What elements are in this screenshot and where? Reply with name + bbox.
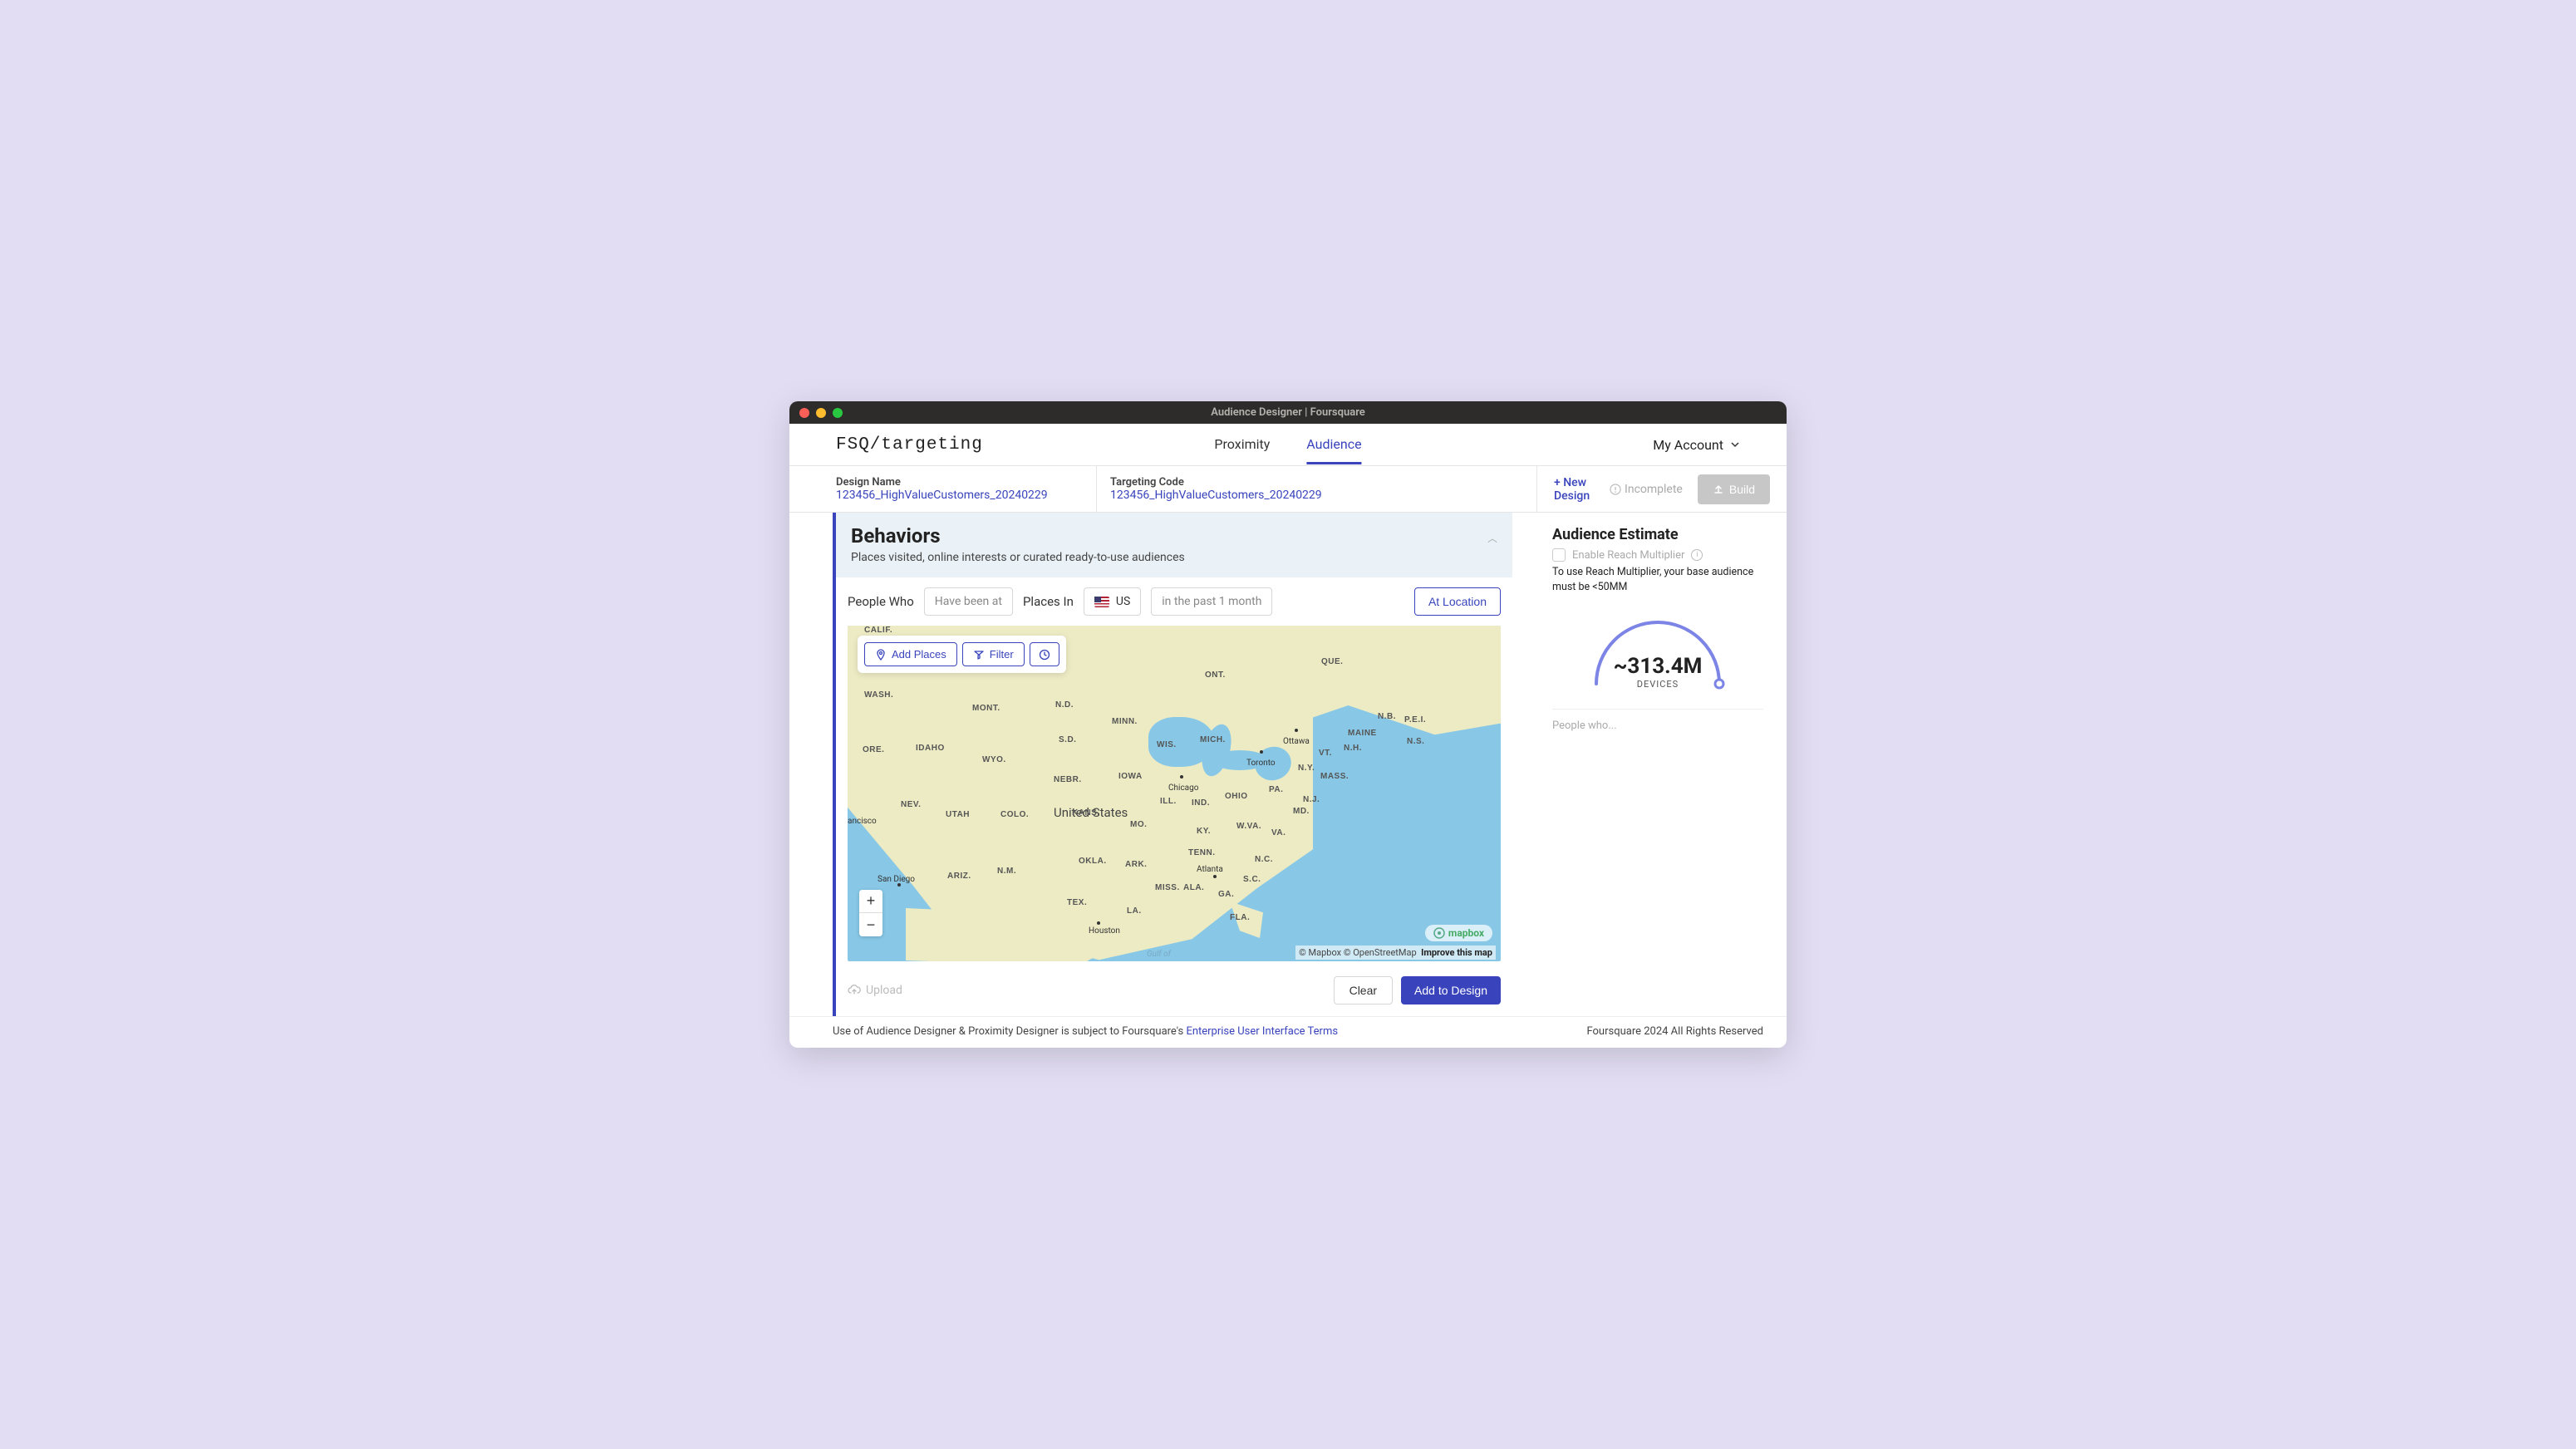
mapbox-icon <box>1433 927 1445 939</box>
city-sf-partial: ancisco <box>848 817 877 826</box>
design-name-block: Design Name 123456_HighValueCustomers_20… <box>789 466 1097 512</box>
collapse-icon[interactable]: ︿ <box>1487 531 1497 545</box>
nav-tabs: Proximity Audience <box>1214 425 1361 464</box>
add-to-design-button[interactable]: Add to Design <box>1401 976 1501 1004</box>
design-name-link[interactable]: 123456_HighValueCustomers_20240229 <box>836 489 1083 502</box>
footer: Use of Audience Designer & Proximity Des… <box>789 1016 1787 1048</box>
city-houston: Houston <box>1089 926 1120 936</box>
alert-icon <box>1610 484 1621 495</box>
targeting-code-label: Targeting Code <box>1110 476 1523 489</box>
window-controls <box>799 408 843 418</box>
status-incomplete: Incomplete <box>1610 483 1683 496</box>
divider <box>1552 709 1763 710</box>
account-menu[interactable]: My Account <box>1653 437 1740 453</box>
copyright: Foursquare 2024 All Rights Reserved <box>1586 1025 1763 1038</box>
account-label: My Account <box>1653 437 1723 453</box>
filter-button[interactable]: Filter <box>962 642 1025 666</box>
time-range-dropdown[interactable]: in the past 1 month <box>1151 587 1272 616</box>
improve-map-link[interactable]: Improve this map <box>1421 947 1492 958</box>
map-attribution: © Mapbox © OpenStreetMap Improve this ma… <box>1295 946 1496 960</box>
funnel-icon <box>973 649 985 661</box>
window-title: Audience Designer | Foursquare <box>1211 406 1365 419</box>
add-places-button[interactable]: Add Places <box>864 642 957 666</box>
estimate-sidebar: Audience Estimate Enable Reach Multiplie… <box>1512 513 1787 1016</box>
terms-link[interactable]: Enterprise User Interface Terms <box>1186 1025 1338 1038</box>
header: FSQ/targeting Proximity Audience My Acco… <box>789 424 1787 466</box>
minimize-window-button[interactable] <box>816 408 826 418</box>
map-container: United States WASH. MONT. N.D. S.D. MINN… <box>833 626 1512 961</box>
map[interactable]: United States WASH. MONT. N.D. S.D. MINN… <box>848 626 1501 961</box>
info-icon[interactable]: i <box>1691 549 1703 561</box>
design-name-label: Design Name <box>836 476 1083 489</box>
reach-multiplier-row: Enable Reach Multiplier i <box>1552 548 1763 562</box>
city-ottawa: Ottawa <box>1283 737 1310 746</box>
visit-type-dropdown[interactable]: Have been at <box>924 587 1013 616</box>
history-button[interactable] <box>1030 642 1059 666</box>
reach-note: To use Reach Multiplier, your base audie… <box>1552 565 1763 594</box>
gulf-label: Gulf of <box>1147 950 1171 959</box>
subheader-actions: + New Design Incomplete Build <box>1537 466 1787 512</box>
new-design-button[interactable]: + New Design <box>1554 476 1595 503</box>
main-content: Behaviors Places visited, online interes… <box>789 513 1787 1016</box>
reach-multiplier-label: Enable Reach Multiplier <box>1572 549 1684 562</box>
behaviors-title: Behaviors <box>851 524 1185 548</box>
build-label: Build <box>1729 483 1755 496</box>
targeting-code-block: Targeting Code 123456_HighValueCustomers… <box>1097 466 1537 512</box>
city-chicago: Chicago <box>1168 783 1198 793</box>
clear-button[interactable]: Clear <box>1334 976 1393 1004</box>
zoom-out-button[interactable]: − <box>859 913 882 936</box>
upload-icon <box>1713 484 1724 495</box>
titlebar: Audience Designer | Foursquare <box>789 401 1787 424</box>
subheader: Design Name 123456_HighValueCustomers_20… <box>789 466 1787 513</box>
at-location-button[interactable]: At Location <box>1414 587 1501 616</box>
behaviors-subtitle: Places visited, online interests or cura… <box>851 551 1185 564</box>
estimate-title: Audience Estimate <box>1552 526 1763 543</box>
people-who-placeholder: People who... <box>1552 720 1763 732</box>
city-toronto: Toronto <box>1246 759 1276 768</box>
tab-proximity[interactable]: Proximity <box>1214 425 1270 464</box>
query-builder-row: People Who Have been at Places In US in … <box>833 577 1512 626</box>
us-flag-icon <box>1094 597 1109 607</box>
zoom-in-button[interactable]: + <box>859 890 882 913</box>
panel-actions: Upload Clear Add to Design <box>833 961 1512 1016</box>
tab-audience[interactable]: Audience <box>1306 425 1361 464</box>
behaviors-panel-header[interactable]: Behaviors Places visited, online interes… <box>833 513 1512 577</box>
estimate-value: ~313.4M <box>1552 654 1763 679</box>
reach-multiplier-checkbox[interactable] <box>1552 548 1566 562</box>
mapbox-logo: mapbox <box>1425 925 1492 941</box>
clock-icon <box>1039 649 1050 661</box>
maximize-window-button[interactable] <box>833 408 843 418</box>
logo: FSQ/targeting <box>836 435 983 454</box>
cloud-upload-icon <box>848 985 861 996</box>
map-zoom-controls: + − <box>859 890 882 936</box>
country-dropdown[interactable]: US <box>1084 587 1141 616</box>
city-atlanta: Atlanta <box>1197 865 1223 874</box>
left-column: Behaviors Places visited, online interes… <box>789 513 1512 1016</box>
upload-button[interactable]: Upload <box>848 984 902 997</box>
build-button[interactable]: Build <box>1698 474 1770 504</box>
incomplete-label: Incomplete <box>1625 483 1683 496</box>
pin-icon <box>875 649 887 661</box>
targeting-code-link[interactable]: 123456_HighValueCustomers_20240229 <box>1110 489 1523 502</box>
places-in-label: Places In <box>1023 594 1074 609</box>
chevron-down-icon <box>1730 440 1740 449</box>
close-window-button[interactable] <box>799 408 809 418</box>
app-window: Audience Designer | Foursquare FSQ/targe… <box>789 401 1787 1048</box>
city-sandiego: San Diego <box>878 875 915 884</box>
people-who-label: People Who <box>848 594 914 609</box>
gauge: ~313.4M DEVICES <box>1552 612 1763 690</box>
map-toolbar: Add Places Filter <box>858 636 1066 673</box>
